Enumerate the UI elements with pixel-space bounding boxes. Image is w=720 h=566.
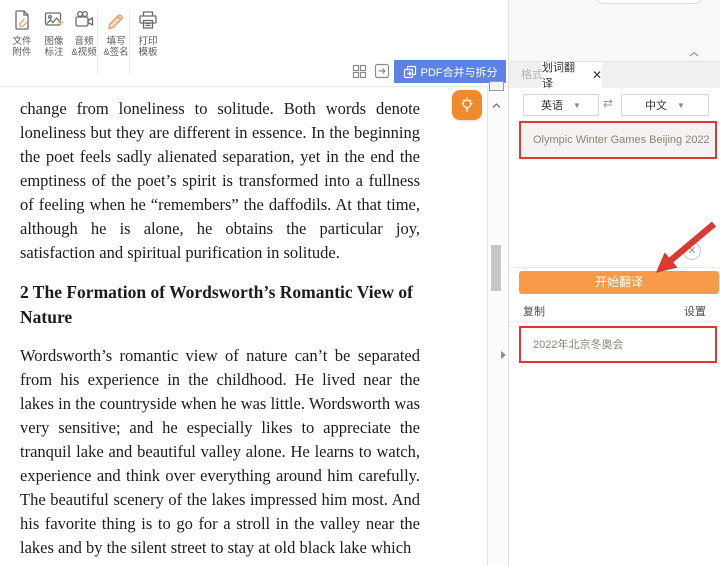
source-language-dropdown[interactable]: 英语 ▼	[523, 94, 599, 116]
result-text-box: 2022年北京冬奥会	[519, 326, 717, 363]
copy-button[interactable]: 复制	[523, 303, 545, 319]
panel-top-area	[509, 0, 720, 62]
document-scrollbar[interactable]	[487, 87, 505, 566]
page-mode-icon[interactable]	[374, 63, 390, 79]
collapse-up-icon[interactable]	[689, 44, 699, 62]
app-window: 文件 附件 图像 标注 音	[0, 0, 720, 566]
toolbar-item-image-annotation[interactable]: 图像 标注	[37, 8, 71, 58]
toolbar-label: 模板	[131, 47, 165, 58]
translation-panel: 格式 划词翻译 ✕ 英语 ▼ ⇄ 中文 ▼ Olympic Winter Gam…	[508, 0, 720, 566]
source-text-box[interactable]: Olympic Winter Games Beijing 2022	[519, 121, 717, 159]
tab-translation-label: 划词翻译	[542, 59, 586, 91]
target-language-value: 中文	[645, 97, 667, 113]
toolbar-label: &视频	[67, 47, 101, 58]
document-page: change from loneliness to solitude. Both…	[0, 88, 487, 566]
toolbar-label: 标注	[37, 47, 71, 58]
start-translate-button[interactable]: 开始翻译	[519, 271, 719, 294]
scroll-up-icon[interactable]	[492, 96, 501, 114]
image-annotation-icon	[37, 8, 71, 34]
document-paragraph-2: Wordsworth’s romantic view of nature can…	[20, 344, 420, 560]
scrollbar-thumb[interactable]	[491, 245, 501, 291]
result-text: 2022年北京冬奥会	[533, 339, 623, 351]
toolbar-separator	[129, 10, 130, 74]
fill-sign-pencil-icon	[99, 8, 133, 34]
settings-button[interactable]: 设置	[684, 303, 706, 319]
source-text: Olympic Winter Games Beijing 2022	[533, 134, 710, 146]
merge-split-label: PDF合并与拆分	[421, 64, 498, 80]
swap-languages-icon[interactable]: ⇄	[603, 96, 613, 110]
merge-split-icon	[403, 65, 417, 79]
print-template-icon	[131, 8, 165, 34]
tab-translation[interactable]: 划词翻译 ✕	[542, 62, 602, 88]
toolbar-label: 附件	[5, 47, 39, 58]
panel-tabbar: 格式 划词翻译 ✕	[509, 62, 720, 88]
toolbar-label: 打印	[131, 36, 165, 47]
search-box-partial[interactable]	[595, 0, 703, 4]
panel-collapse-handle[interactable]	[501, 351, 506, 359]
chevron-down-icon: ▼	[677, 101, 685, 110]
toolbar-separator	[97, 10, 98, 74]
document-paragraph-1: change from loneliness to solitude. Both…	[20, 97, 420, 265]
toolbar-label: 音频	[67, 36, 101, 47]
divider	[509, 267, 720, 268]
tab-format[interactable]: 格式	[521, 62, 543, 88]
toolbar-item-fill-sign[interactable]: 填写 &签名	[99, 8, 133, 58]
toolbar-item-file-attachment[interactable]: 文件 附件	[5, 8, 39, 58]
toolbar-label: 填写	[99, 36, 133, 47]
pdf-merge-split-button[interactable]: PDF合并与拆分	[394, 60, 506, 83]
toolbar-item-audio-video[interactable]: 音频 &视频	[67, 8, 101, 58]
audio-video-icon	[67, 8, 101, 34]
toolbar-label: 图像	[37, 36, 71, 47]
grid-view-icon[interactable]	[352, 64, 368, 80]
assistant-lightbulb-button[interactable]	[452, 90, 482, 120]
toolbar-label: &签名	[99, 47, 133, 58]
file-attachment-icon	[5, 8, 39, 34]
scrollbar-top-box[interactable]	[489, 81, 504, 91]
toolbar-label: 文件	[5, 36, 39, 47]
target-language-dropdown[interactable]: 中文 ▼	[621, 94, 709, 116]
document-section-heading: 2 The Formation of Wordsworth’s Romantic…	[20, 280, 420, 330]
divider	[509, 321, 720, 322]
toolbar-item-print-template[interactable]: 打印 模板	[131, 8, 165, 58]
tab-close-icon[interactable]: ✕	[592, 69, 602, 81]
chevron-down-icon: ▼	[573, 101, 581, 110]
lightbulb-icon	[457, 95, 477, 115]
source-language-value: 英语	[541, 97, 563, 113]
main-toolbar: 文件 附件 图像 标注 音	[0, 0, 508, 87]
clear-input-icon[interactable]: ✕	[683, 242, 701, 260]
